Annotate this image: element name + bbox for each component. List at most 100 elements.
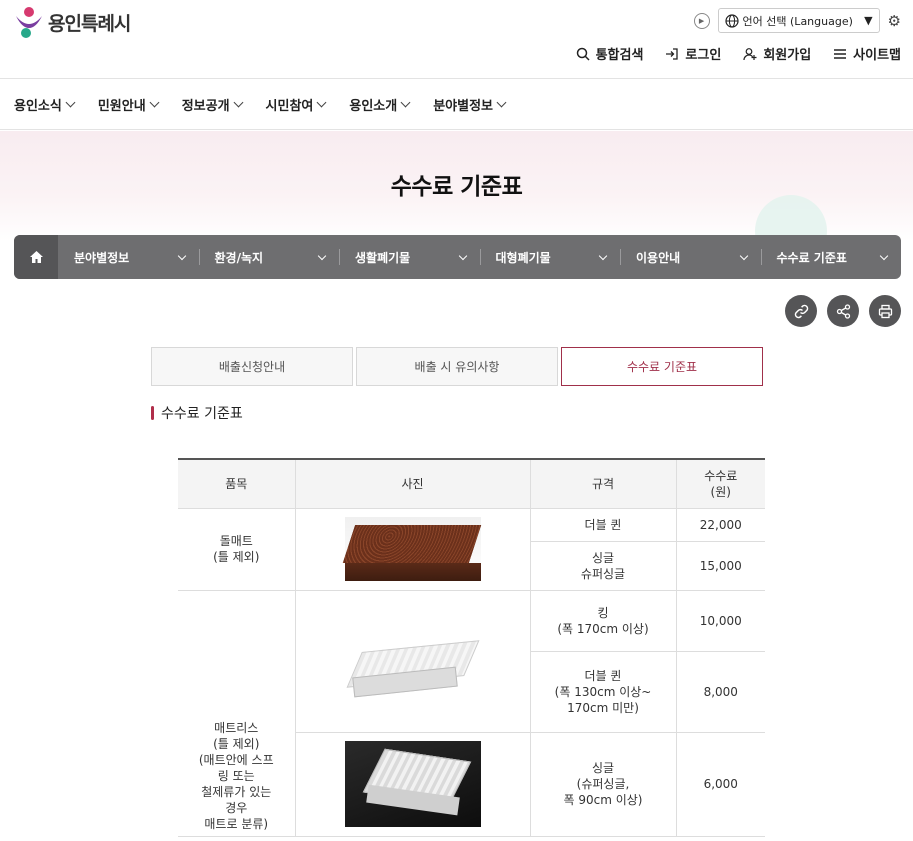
nav-item-label: 민원안내 — [97, 98, 146, 114]
language-label: 언어 선택 (Language) — [742, 14, 853, 28]
search-link[interactable]: 통합검색 — [576, 44, 644, 63]
spec-cell: 더블 퀸 — [529, 507, 677, 542]
login-link[interactable]: 로그인 — [665, 44, 721, 63]
page-title: 수수료 기준표 — [390, 174, 523, 200]
chevron-down-icon — [233, 97, 243, 107]
table-row: 돌매트 (틀 제외) 더블 퀸 22,000 — [178, 507, 765, 591]
table-row: 매트리스 (틀 제외) (매트안에 스프 링 또는 철제류가 있는 경우 매트로… — [178, 589, 765, 837]
spec-cell: 킹 (폭 170cm 이상) — [529, 589, 677, 652]
chevron-down-icon — [317, 251, 327, 260]
column-header-photo: 사진 — [294, 458, 531, 509]
column-header-item: 품목 — [178, 458, 296, 509]
nav-item-label: 분야별정보 — [433, 98, 494, 114]
tab-disposal-notes[interactable]: 배출 시 유의사항 — [356, 347, 558, 386]
breadcrumb-item[interactable]: 수수료 기준표 — [760, 235, 902, 279]
breadcrumb-label: 수수료 기준표 — [776, 250, 847, 265]
heading-bar — [151, 406, 154, 420]
share-button[interactable] — [827, 295, 859, 327]
breadcrumb-item[interactable]: 이용안내 — [620, 235, 761, 279]
signup-link-label: 회원가입 — [763, 48, 812, 63]
site-header: 용인특례시 ▶ 언어 선택 (Language) ▼ ⚙ 통합검색 로그인 회원… — [0, 0, 913, 78]
breadcrumb-label: 이용안내 — [636, 250, 681, 265]
spec-cell: 싱글 슈퍼싱글 — [530, 540, 677, 591]
section-heading: 수수료 기준표 — [151, 403, 243, 423]
home-button[interactable] — [14, 235, 58, 279]
chevron-down-icon — [496, 97, 507, 107]
breadcrumb-item[interactable]: 분야별정보 — [58, 235, 199, 279]
nav-item-participation[interactable]: 시민참여 — [265, 95, 327, 114]
login-link-label: 로그인 — [685, 48, 722, 63]
caret-down-icon: ▼ — [864, 14, 873, 27]
user-add-icon — [743, 47, 757, 60]
photo-cell — [294, 589, 531, 733]
chevron-down-icon — [739, 251, 748, 260]
spec-cell: 싱글 (슈퍼싱글, 폭 90cm 이상) — [529, 731, 677, 837]
utility-links: 통합검색 로그인 회원가입 사이트맵 — [576, 44, 901, 63]
link-icon — [794, 304, 808, 318]
sitemap-link-label: 사이트맵 — [853, 48, 901, 63]
item-cell: 매트리스 (틀 제외) (매트안에 스프 링 또는 철제류가 있는 경우 매트로… — [178, 589, 296, 837]
nav-item-civil[interactable]: 민원안내 — [97, 95, 160, 114]
fee-cell: 6,000 — [675, 731, 765, 837]
language-select[interactable]: 언어 선택 (Language) ▼ — [717, 8, 880, 33]
nav-item-label: 용인소식 — [14, 98, 62, 114]
chevron-down-icon — [177, 251, 186, 260]
stone-mattress-image — [342, 517, 481, 581]
logo-mark-icon — [14, 6, 44, 38]
nav-item-news[interactable]: 용인소식 — [14, 95, 76, 114]
breadcrumb-item[interactable]: 환경/녹지 — [198, 235, 340, 279]
item-cell: 돌매트 (틀 제외) — [178, 507, 296, 591]
nav-item-label: 정보공개 — [181, 98, 230, 114]
single-mattress-image — [344, 741, 481, 827]
breadcrumb-label: 생활폐기물 — [355, 250, 411, 265]
sitemap-link[interactable]: 사이트맵 — [833, 44, 901, 63]
nav-item-about[interactable]: 용인소개 — [349, 95, 411, 114]
menu-icon — [834, 48, 847, 59]
page-tools — [785, 295, 901, 327]
photo-cell — [294, 507, 531, 591]
home-icon — [29, 251, 43, 263]
nav-item-label: 시민참여 — [265, 98, 314, 114]
spring-mattress-image — [345, 606, 481, 716]
gear-icon[interactable]: ⚙ — [888, 12, 901, 30]
tab-disposal-application[interactable]: 배출신청안내 — [151, 347, 353, 386]
chevron-down-icon — [458, 251, 467, 260]
breadcrumb-item[interactable]: 대형폐기물 — [479, 235, 621, 279]
fee-cell: 10,000 — [675, 589, 765, 652]
nav-item-fields[interactable]: 분야별정보 — [433, 95, 507, 114]
globe-icon — [724, 13, 739, 28]
signup-link[interactable]: 회원가입 — [743, 44, 811, 63]
tab-fee-table[interactable]: 수수료 기준표 — [561, 347, 763, 386]
section-title: 수수료 기준표 — [161, 406, 243, 422]
column-header-spec: 규격 — [529, 458, 677, 509]
chevron-down-icon — [65, 97, 76, 107]
share-icon — [836, 303, 850, 319]
site-logo[interactable]: 용인특례시 — [14, 6, 131, 38]
breadcrumb-label: 환경/녹지 — [214, 250, 264, 265]
login-icon — [666, 47, 679, 60]
chevron-down-icon — [316, 97, 327, 107]
content-tabs: 배출신청안내 배출 시 유의사항 수수료 기준표 — [151, 347, 763, 386]
chevron-down-icon — [400, 97, 411, 107]
print-icon — [878, 304, 892, 318]
breadcrumb-item[interactable]: 생활폐기물 — [339, 235, 480, 279]
play-icon[interactable]: ▶ — [693, 12, 710, 29]
copy-link-button[interactable] — [785, 295, 817, 327]
table-header-row: 품목 사진 규격 수수료 (원) — [178, 458, 765, 509]
search-link-label: 통합검색 — [595, 48, 644, 63]
chevron-down-icon — [149, 97, 160, 107]
chevron-down-icon — [598, 251, 608, 260]
logo-text: 용인특례시 — [48, 12, 131, 35]
nav-item-info[interactable]: 정보공개 — [181, 95, 243, 114]
column-header-fee: 수수료 (원) — [675, 458, 765, 509]
search-icon — [576, 47, 590, 61]
breadcrumb-label: 분야별정보 — [74, 250, 130, 265]
print-button[interactable] — [869, 295, 901, 327]
utility-bar: ▶ 언어 선택 (Language) ▼ ⚙ — [693, 8, 901, 33]
page-hero: 수수료 기준표 — [0, 131, 913, 241]
fee-cell: 8,000 — [675, 650, 765, 733]
nav-item-label: 용인소개 — [349, 98, 398, 114]
fee-cell: 22,000 — [675, 507, 765, 542]
main-nav: 용인소식 민원안내 정보공개 시민참여 용인소개 분야별정보 — [0, 78, 913, 130]
fee-table: 품목 사진 규격 수수료 (원) 돌매트 (틀 제외) 더블 퀸 22,000 … — [178, 458, 765, 837]
